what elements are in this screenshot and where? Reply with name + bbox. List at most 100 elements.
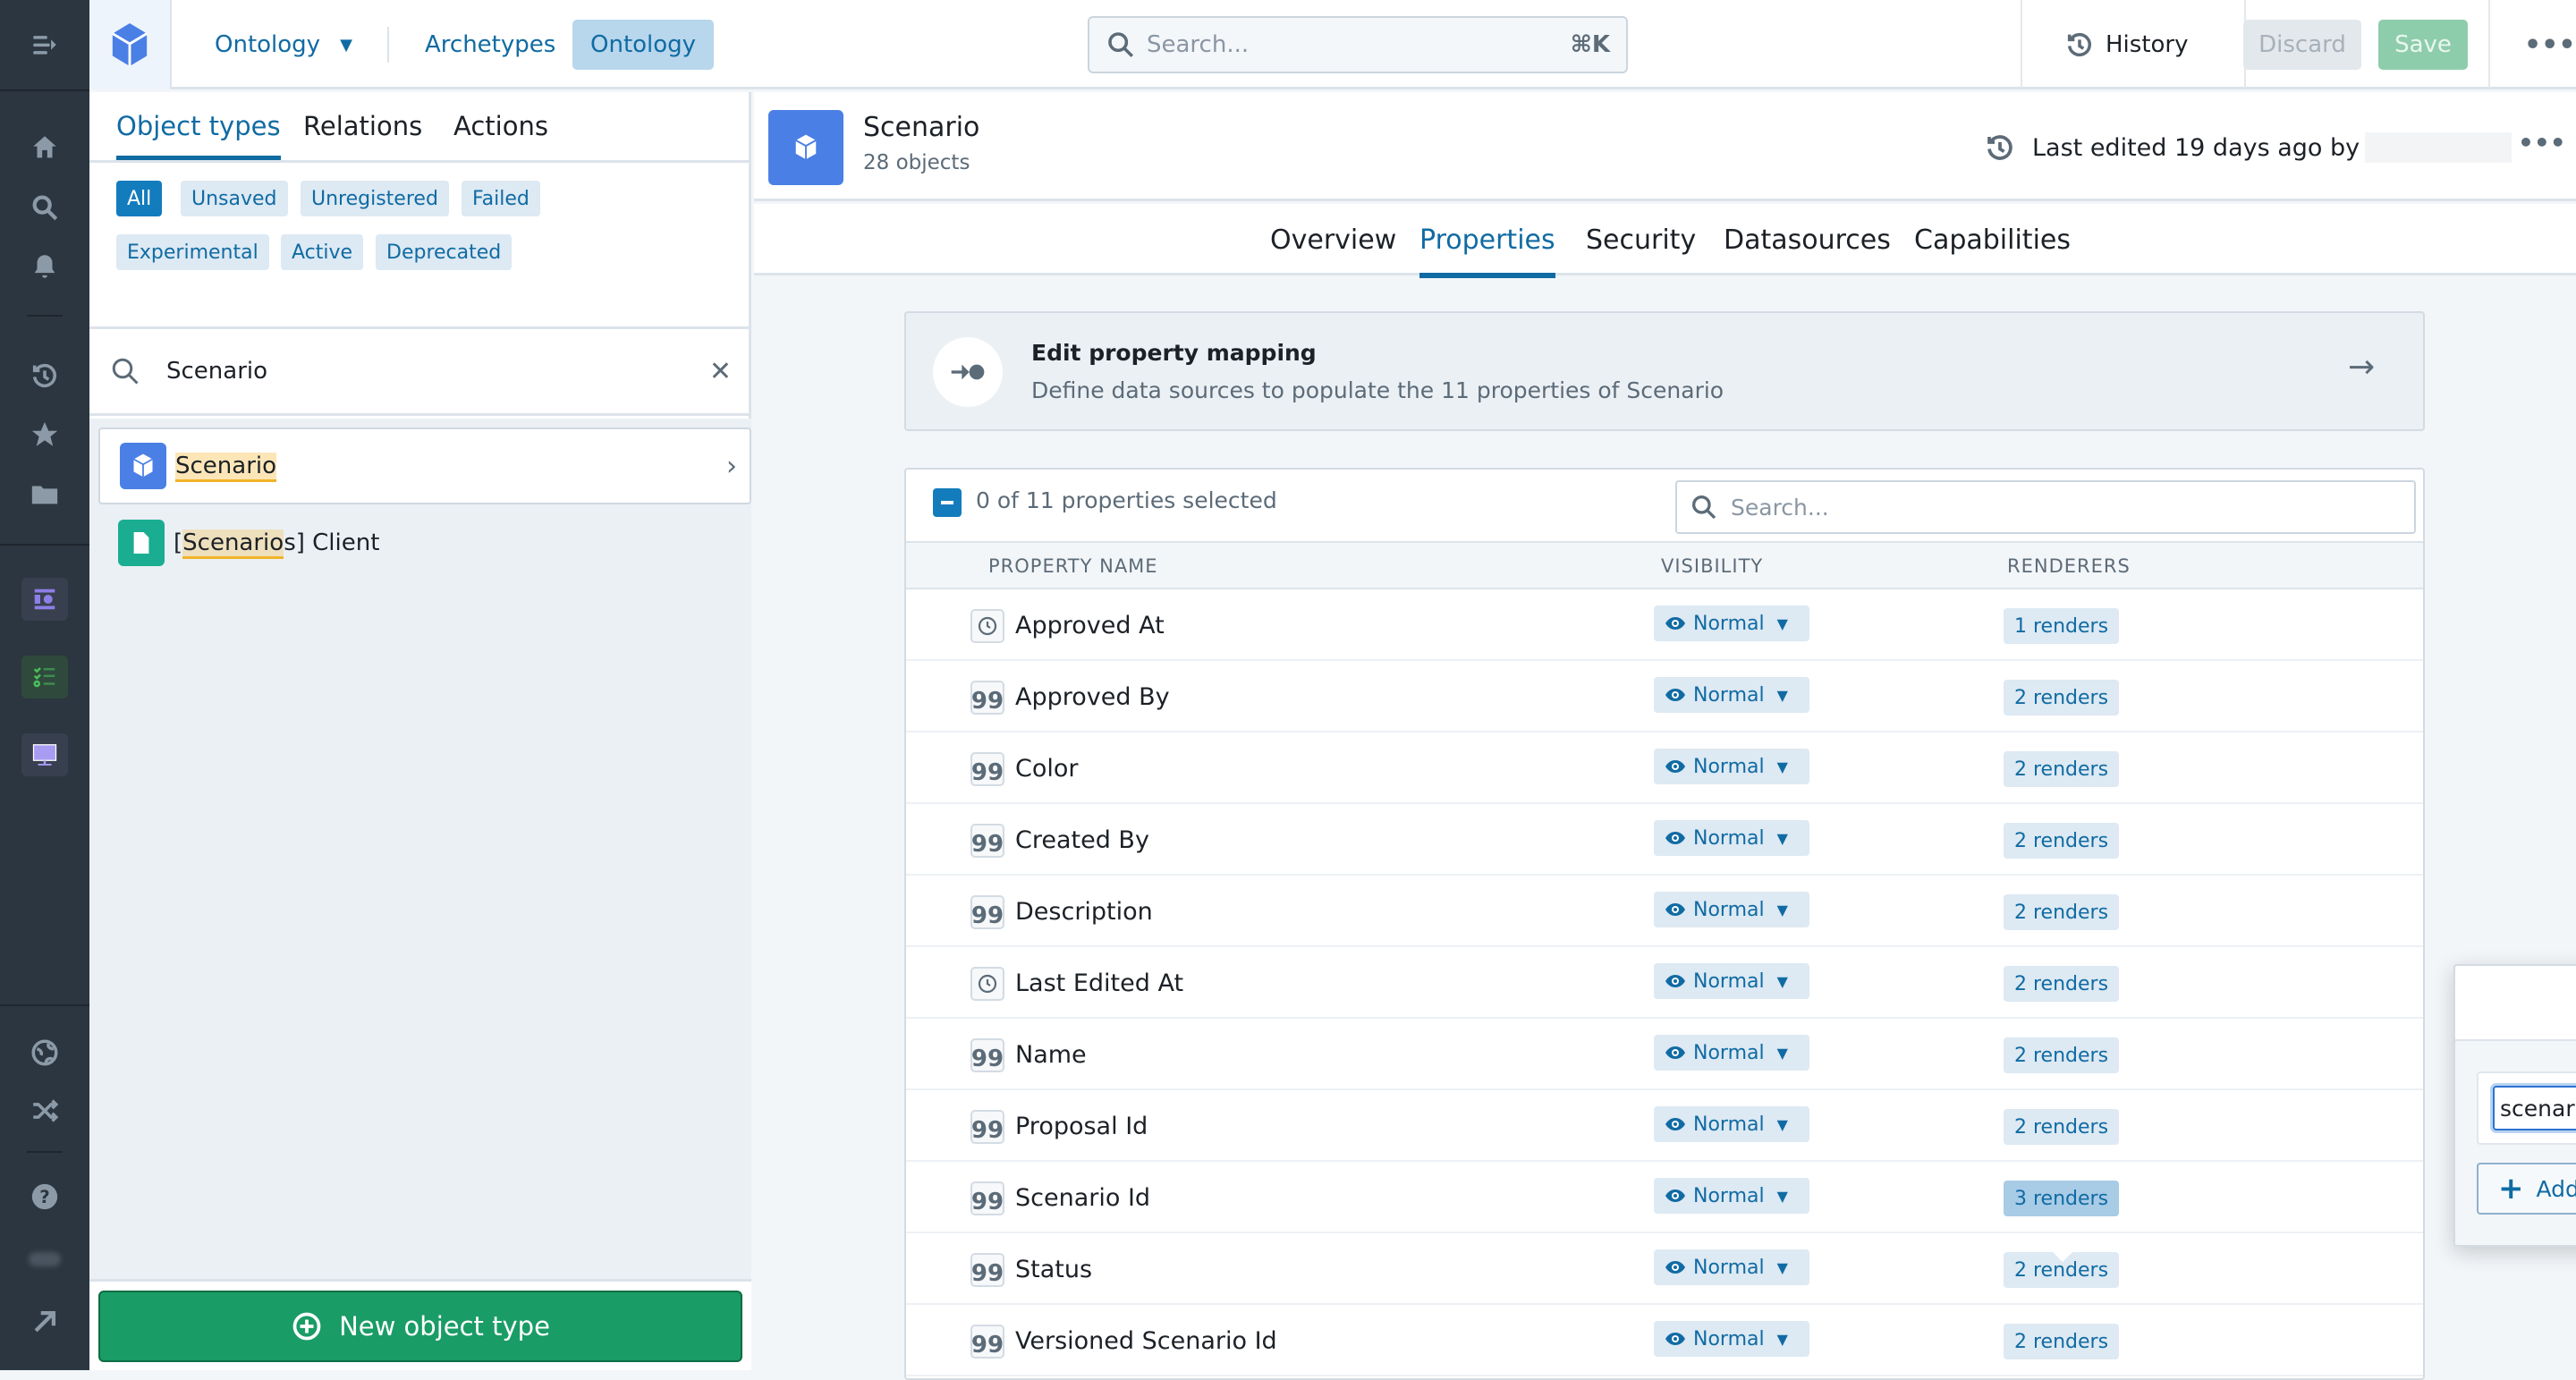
- app-checklist-icon[interactable]: [21, 656, 68, 698]
- caret-down-icon: ▼: [1776, 829, 1788, 847]
- renderers-button[interactable]: 2 renders: [2004, 680, 2120, 715]
- renderers-button[interactable]: 2 renders: [2004, 751, 2120, 787]
- home-icon[interactable]: [27, 130, 63, 165]
- filter-experimental[interactable]: Experimental: [116, 234, 269, 270]
- renderers-button[interactable]: 2 renders: [2004, 894, 2120, 930]
- tab-properties[interactable]: Properties: [1419, 204, 1555, 278]
- object-title: Scenario: [863, 112, 980, 143]
- column-visibility[interactable]: VISIBILITY: [1661, 543, 1763, 589]
- expand-sidebar-icon[interactable]: [27, 27, 63, 63]
- favorites-icon[interactable]: [27, 417, 63, 453]
- filter-active[interactable]: Active: [281, 234, 364, 270]
- help-icon[interactable]: ?: [27, 1179, 63, 1215]
- visibility-dropdown[interactable]: Normal ▼: [1654, 1178, 1809, 1214]
- property-row[interactable]: 99 Created By Normal ▼ 2 renders: [906, 804, 2423, 876]
- renderers-button[interactable]: 2 renders: [2004, 966, 2120, 1002]
- clear-search-icon[interactable]: ✕: [709, 356, 732, 387]
- string-type-icon: 99: [970, 1110, 1004, 1144]
- string-type-icon: 99: [970, 1253, 1004, 1287]
- property-row[interactable]: 99 Scenario Id Normal ▼ 3 renders: [906, 1162, 2423, 1233]
- renderers-button[interactable]: 3 renders: [2004, 1181, 2120, 1216]
- globe-icon[interactable]: [27, 1035, 63, 1071]
- typeclass-key-input[interactable]: scenarios: [2493, 1086, 2576, 1130]
- property-row[interactable]: 99 Versioned Scenario Id Normal ▼ 2 renders: [906, 1305, 2423, 1376]
- filter-all[interactable]: All: [116, 181, 163, 216]
- history-button[interactable]: History: [2064, 0, 2189, 89]
- visibility-dropdown[interactable]: Normal ▼: [1654, 963, 1809, 999]
- visibility-dropdown[interactable]: Normal ▼: [1654, 892, 1809, 927]
- select-all-checkbox[interactable]: [933, 488, 962, 517]
- renderers-button[interactable]: 2 renders: [2004, 1324, 2120, 1359]
- more-menu-icon[interactable]: •••: [2524, 0, 2576, 89]
- property-row[interactable]: 99 Description Normal ▼ 2 renders: [906, 876, 2423, 947]
- renderers-button[interactable]: 2 renders: [2004, 1109, 2120, 1145]
- app-workshop-icon[interactable]: [21, 733, 68, 776]
- tab-relations[interactable]: Relations: [303, 92, 422, 160]
- files-icon[interactable]: [27, 476, 63, 512]
- tab-datasources[interactable]: Datasources: [1724, 204, 1891, 275]
- column-renderers[interactable]: RENDERERS: [2007, 543, 2131, 589]
- tab-security[interactable]: Security: [1586, 204, 1696, 275]
- new-object-type-button[interactable]: New object type: [98, 1291, 742, 1362]
- plus-icon: +: [2498, 1171, 2524, 1206]
- mapping-subtitle: Define data sources to populate the 11 p…: [1031, 377, 1724, 403]
- property-row[interactable]: 99 Color Normal ▼ 2 renders: [906, 732, 2423, 804]
- property-row[interactable]: 99 Proposal Id Normal ▼ 2 renders: [906, 1090, 2423, 1162]
- visibility-dropdown[interactable]: Normal ▼: [1654, 677, 1809, 713]
- cube-logo-icon: [112, 23, 148, 66]
- recent-history-icon[interactable]: [27, 358, 63, 394]
- global-search-input[interactable]: Search... ⌘K: [1088, 16, 1628, 73]
- renderers-button[interactable]: 1 renders: [2004, 608, 2120, 644]
- tab-actions[interactable]: Actions: [453, 92, 548, 160]
- property-row[interactable]: 99 Approved By Normal ▼ 2 renders: [906, 661, 2423, 732]
- property-row[interactable]: Last Edited At Normal ▼ 2 renders: [906, 947, 2423, 1019]
- visibility-dropdown[interactable]: Normal ▼: [1654, 749, 1809, 784]
- object-header: Scenario 28 objects Last edited 19 days …: [754, 92, 2576, 201]
- external-link-icon[interactable]: [27, 1304, 63, 1340]
- column-property-name[interactable]: PROPERTY NAME: [988, 543, 1158, 589]
- shuffle-icon[interactable]: [27, 1093, 63, 1129]
- user-avatar-icon[interactable]: [27, 1241, 63, 1277]
- renderers-button[interactable]: 2 renders: [2004, 823, 2120, 859]
- result-item-scenarios-client[interactable]: [Scenarios] Client: [98, 504, 751, 581]
- property-search-input[interactable]: Search...: [1675, 480, 2416, 534]
- visibility-dropdown[interactable]: Normal ▼: [1654, 1321, 1809, 1357]
- object-tabs: Overview Properties Security Datasources…: [754, 204, 2576, 278]
- save-button[interactable]: Save: [2378, 20, 2468, 70]
- result-item-scenario[interactable]: Scenario ›: [98, 428, 751, 504]
- nav-archetypes[interactable]: Archetypes: [407, 20, 573, 70]
- visibility-dropdown[interactable]: Normal ▼: [1654, 1106, 1809, 1142]
- filter-deprecated[interactable]: Deprecated: [376, 234, 513, 270]
- ontology-logo[interactable]: [89, 0, 172, 89]
- property-name: Versioned Scenario Id: [1015, 1326, 1277, 1355]
- app-object-explorer-icon[interactable]: [21, 578, 68, 621]
- property-row[interactable]: Approved At Normal ▼ 1 renders: [906, 589, 2423, 661]
- visibility-dropdown[interactable]: Normal ▼: [1654, 1035, 1809, 1071]
- visibility-dropdown[interactable]: Normal ▼: [1654, 820, 1809, 856]
- nav-ontology[interactable]: Ontology: [572, 20, 715, 70]
- search-placeholder: Search...: [1147, 31, 1250, 58]
- edit-property-mapping-card[interactable]: Edit property mapping Define data source…: [904, 311, 2425, 431]
- object-type-search[interactable]: Scenario ✕: [89, 326, 751, 416]
- property-row[interactable]: 99 Name Normal ▼ 2 renders: [906, 1019, 2423, 1090]
- search-icon[interactable]: [27, 190, 63, 225]
- timestamp-type-icon: [970, 967, 1004, 1001]
- property-row[interactable]: 99 Status Normal ▼ 2 renders: [906, 1233, 2423, 1305]
- filter-failed[interactable]: Failed: [462, 181, 540, 216]
- notifications-icon[interactable]: [27, 249, 63, 284]
- tab-capabilities[interactable]: Capabilities: [1914, 204, 2071, 275]
- add-type-class-button[interactable]: + Add new type class: [2477, 1163, 2576, 1215]
- filter-unregistered[interactable]: Unregistered: [301, 181, 449, 216]
- tab-object-types[interactable]: Object types: [116, 92, 281, 160]
- filter-unsaved[interactable]: Unsaved: [181, 181, 288, 216]
- caret-down-icon: ▼: [1776, 1115, 1788, 1133]
- visibility-dropdown[interactable]: Normal ▼: [1654, 605, 1809, 641]
- property-name: Color: [1015, 754, 1079, 783]
- app-menu-dropdown[interactable]: Ontology ▼: [215, 0, 352, 89]
- timestamp-type-icon: [970, 609, 1004, 643]
- tab-overview[interactable]: Overview: [1270, 204, 1396, 275]
- object-more-icon[interactable]: •••: [2518, 128, 2566, 157]
- discard-button[interactable]: Discard: [2243, 20, 2361, 70]
- renderers-button[interactable]: 2 renders: [2004, 1037, 2120, 1073]
- visibility-dropdown[interactable]: Normal ▼: [1654, 1249, 1809, 1285]
